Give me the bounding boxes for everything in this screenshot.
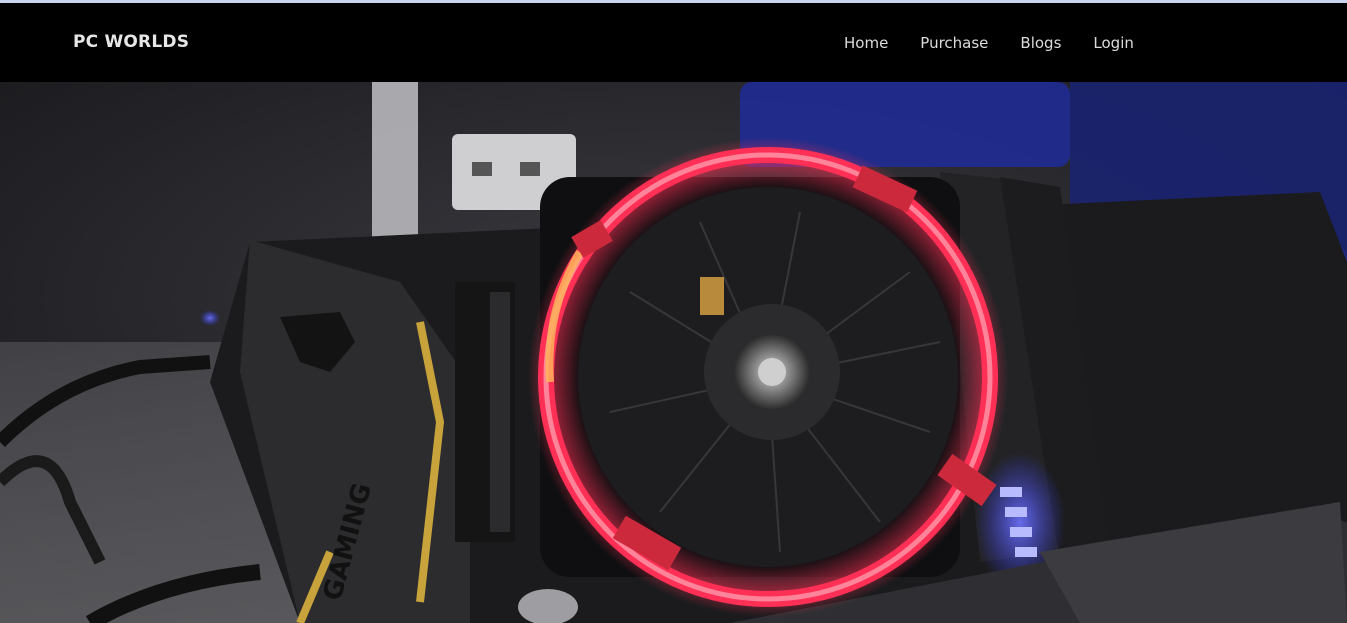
nav-blogs-link[interactable]: Blogs — [1004, 34, 1077, 52]
brand-logo[interactable]: PC WORLDS — [73, 3, 189, 82]
navbar: PC WORLDS Home Purchase Blogs Login — [0, 3, 1347, 82]
nav-purchase-link[interactable]: Purchase — [904, 34, 1004, 52]
nav-links: Home Purchase Blogs Login — [828, 3, 1150, 82]
nav-login-link[interactable]: Login — [1077, 34, 1149, 52]
nav-home-link[interactable]: Home — [828, 34, 904, 52]
hero-image: GAMING — [0, 82, 1347, 623]
hero-banner: GAMING — [0, 82, 1347, 623]
